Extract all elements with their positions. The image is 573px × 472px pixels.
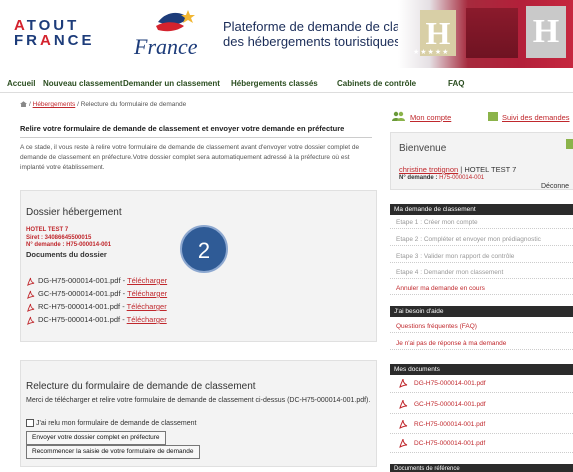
cancel-request-link[interactable]: Annuler ma demande en cours: [390, 282, 573, 295]
pdf-icon: [27, 290, 35, 299]
pdf-icon: [27, 303, 35, 312]
my-doc-item[interactable]: GC-H75-000014-001.pdf: [390, 396, 573, 414]
my-docs-panel-head: Mes documents: [390, 364, 573, 375]
hotel-sign-h-right: H: [526, 6, 566, 58]
nav-faq[interactable]: FAQ: [448, 79, 464, 88]
logo-line2-start: FR: [14, 32, 40, 49]
doc-filename: RC-H75-000014-001.pdf: [38, 302, 121, 311]
read-checkbox-label: J'ai relu mon formulaire de demande de c…: [36, 419, 197, 427]
reference-docs-panel-head: Documents de référence: [390, 464, 573, 472]
doc-filename: DG-H75-000014-001.pdf: [38, 276, 121, 285]
home-icon[interactable]: [20, 101, 27, 108]
doc-row: DC-H75-000014-001.pdf - Télécharger: [26, 314, 167, 326]
pdf-icon: [27, 316, 35, 325]
page-title: Relire votre formulaire de demande de cl…: [20, 124, 345, 133]
read-confirmation: J'ai relu mon formulaire de demande de c…: [26, 419, 196, 427]
nav-hebergements-classes[interactable]: Hébergements classés: [231, 79, 318, 88]
welcome-heading: Bienvenue: [399, 143, 447, 154]
logout-icon: [566, 139, 573, 149]
pdf-icon: [399, 400, 408, 410]
pdf-icon: [399, 379, 408, 389]
pdf-icon: [27, 277, 35, 286]
faq-link[interactable]: Questions fréquentes (FAQ): [390, 320, 573, 333]
breadcrumb: / Hébergements / Relecture du formulaire…: [20, 101, 186, 108]
doc-filename: GC-H75-000014-001.pdf: [38, 289, 121, 298]
relecture-title: Relecture du formulaire de demande de cl…: [26, 381, 256, 392]
breadcrumb-link-hebergements[interactable]: Hébergements: [33, 101, 76, 108]
send-dossier-button[interactable]: Envoyer votre dossier complet en préfect…: [26, 431, 166, 445]
help-panel-head: J'ai besoin d'aide: [390, 306, 573, 317]
main-nav: Accueil Nouveau classement Demander un c…: [0, 75, 573, 93]
doc-row: GC-H75-000014-001.pdf - Télécharger: [26, 288, 167, 300]
dossier-title: Dossier hébergement: [26, 207, 122, 218]
document-icon: [488, 112, 498, 121]
classement-panel-head: Ma demande de classement: [390, 204, 573, 215]
download-link[interactable]: Télécharger: [127, 276, 167, 285]
request-line: N° demande : H75-000014-001: [399, 175, 484, 181]
read-checkbox[interactable]: [26, 419, 34, 427]
pdf-icon: [399, 439, 408, 449]
banner-stars: ★★★★★: [413, 49, 450, 56]
download-link[interactable]: Télécharger: [127, 302, 167, 311]
logo-letter-a2: A: [40, 32, 54, 49]
download-link[interactable]: Télécharger: [127, 289, 167, 298]
doc-row: RC-H75-000014-001.pdf - Télécharger: [26, 301, 167, 313]
no-answer-link[interactable]: Je n'ai pas de réponse à ma demande: [390, 337, 573, 350]
request-label: N° demande :: [399, 175, 440, 181]
title-divider: [20, 137, 372, 138]
nav-accueil[interactable]: Accueil: [7, 79, 35, 88]
step-badge: 2: [180, 225, 228, 273]
user-name-link[interactable]: christine trotignon: [399, 165, 458, 174]
download-link[interactable]: Télécharger: [127, 315, 167, 324]
step-item: Etape 1 : Créer mon compte: [390, 216, 573, 229]
step-item: Etape 4 : Demander mon classement: [390, 266, 573, 279]
track-requests-link[interactable]: Suivi des demandes: [502, 113, 570, 122]
my-doc-item[interactable]: DC-H75-000014-001.pdf: [390, 435, 573, 453]
user-hotel: HOTEL TEST 7: [464, 165, 517, 174]
welcome-panel: Bienvenue christine trotignon | HOTEL TE…: [390, 132, 573, 190]
nav-cabinets-controle[interactable]: Cabinets de contrôle: [337, 79, 416, 88]
relecture-panel: Relecture du formulaire de demande de cl…: [20, 360, 377, 467]
header: ATOUT FRANCE France Plateforme de demand…: [0, 0, 573, 68]
svg-text:France: France: [133, 34, 198, 59]
hotel-info: HOTEL TEST 7 Siret : 34086645500015 N° d…: [26, 227, 111, 250]
hotel-name: HOTEL TEST 7: [26, 227, 69, 233]
my-doc-filename: DC-H75-000014-001.pdf: [414, 440, 486, 447]
hotel-request-number: N° demande : H75-000014-001: [26, 242, 112, 248]
my-doc-filename: DG-H75-000014-001.pdf: [414, 380, 486, 387]
request-number: H75-000014-001: [439, 175, 485, 181]
user-line: christine trotignon | HOTEL TEST 7: [399, 165, 516, 174]
my-doc-filename: GC-H75-000014-001.pdf: [414, 401, 486, 408]
my-account-link[interactable]: Mon compte: [410, 113, 451, 122]
logout-link[interactable]: Déconne: [541, 183, 569, 190]
logo-line2-end: NCE: [53, 32, 95, 49]
banner-middle: [466, 8, 518, 58]
docs-title: Documents du dossier: [26, 250, 107, 259]
my-doc-filename: RC-H75-000014-001.pdf: [414, 421, 486, 428]
step-item: Etape 2 : Compléter et envoyer mon prédi…: [390, 233, 573, 246]
hotel-siret: Siret : 34086645500015: [26, 234, 92, 241]
my-doc-item[interactable]: DG-H75-000014-001.pdf: [390, 375, 573, 393]
doc-filename: DC-H75-000014-001.pdf: [38, 315, 121, 324]
france-brand-logo: France: [133, 10, 198, 59]
doc-row: DG-H75-000014-001.pdf - Télécharger: [26, 275, 167, 287]
restart-form-button[interactable]: Recommencer la saisie de votre formulair…: [26, 445, 200, 459]
nav-demander-classement[interactable]: Demander un classement: [123, 79, 220, 88]
pdf-icon: [399, 420, 408, 430]
relecture-text: Merci de télécharger et relire votre for…: [26, 397, 371, 404]
users-icon: [392, 111, 405, 121]
my-doc-item[interactable]: RC-H75-000014-001.pdf: [390, 416, 573, 434]
nav-nouveau-classement[interactable]: Nouveau classement: [43, 79, 123, 88]
breadcrumb-current: / Relecture du formulaire de demande: [77, 101, 187, 108]
hotel-banner-image: H ★★★★★ H: [398, 0, 573, 68]
intro-text: A ce stade, il vous reste à relire votre…: [20, 144, 360, 171]
step-item: Etape 3 : Valider mon rapport de contrôl…: [390, 250, 573, 263]
atout-france-logo[interactable]: ATOUT FRANCE: [14, 18, 95, 48]
